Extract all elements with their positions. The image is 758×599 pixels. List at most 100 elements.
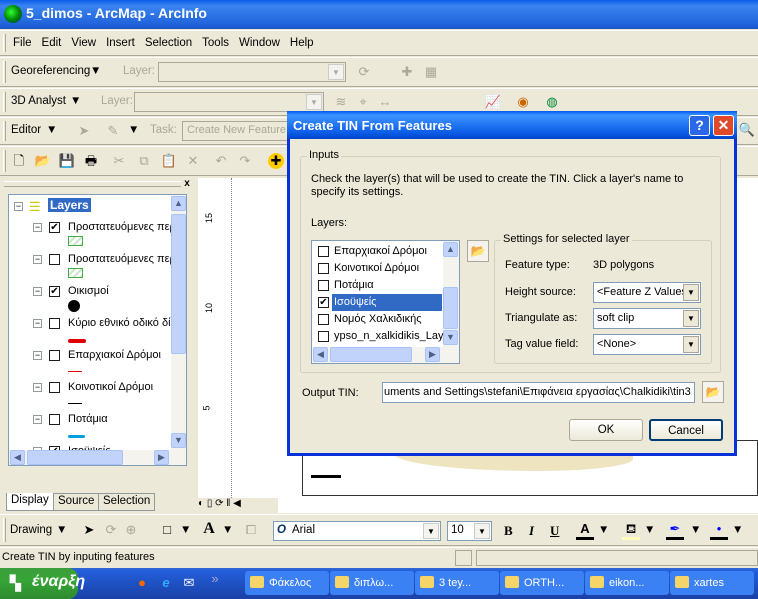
menu-view[interactable]: View [66,32,101,54]
delete-icon[interactable]: ✕ [184,153,202,169]
ok-button[interactable]: OK [569,419,643,441]
rectangle-icon[interactable]: □ [158,522,176,538]
scroll-down-button[interactable]: ▼ [171,433,186,448]
edit-vertices-icon[interactable]: ⧠ [242,522,260,538]
zoom-tool-icon[interactable]: 🔍 [738,122,756,138]
layer-name[interactable]: Κοινοτικοί Δρόμοι [332,260,442,277]
layer-name[interactable]: ypso_n_xalkidikis_Laye [332,328,450,345]
drawing-menu[interactable]: Drawing [10,524,52,536]
profile-graph-icon[interactable]: 📈 [484,94,502,110]
more-icon[interactable]: » [206,571,224,587]
layer-checkbox[interactable] [49,350,60,361]
layer-name[interactable]: Επαρχιακοί Δρόμοι [332,243,442,260]
tab-source[interactable]: Source [53,493,100,511]
layer-checkbox[interactable] [49,382,60,393]
dialog-layer-item[interactable]: ypso_n_xalkidikis_Laye [314,328,450,345]
task-select[interactable]: Create New Feature [182,121,292,141]
collapse-icon[interactable]: − [33,223,42,232]
underline-button[interactable]: U [550,523,559,539]
layer-name[interactable]: Ποτάμια [68,413,108,425]
taskbar-item[interactable]: 3 tey... [415,571,499,595]
taskbar-item[interactable]: xartes [670,571,754,595]
layer-checkbox[interactable]: ✔ [49,286,60,297]
chevron-down-icon[interactable]: ▼ [732,524,743,536]
dialog-layer-item[interactable]: Νομός Χαλκιδικής [314,311,442,328]
layer-name[interactable]: Οικισμοί [68,285,109,297]
tab-selection[interactable]: Selection [98,493,156,511]
analyst-layer-select[interactable]: ▼ [134,92,324,112]
menu-window[interactable]: Window [234,32,285,54]
view-buttons[interactable]: ◐ ▯ ⟳ ‖ ◀ [198,498,278,513]
rotate-icon[interactable]: ⟳ [355,64,373,80]
internet-explorer-icon[interactable]: e [157,575,175,591]
layer-list[interactable]: Επαρχιακοί Δρόμοι Κοινοτικοί Δρόμοι Ποτά… [311,240,460,364]
line-of-sight-icon[interactable]: ↔ [376,94,394,110]
collapse-icon[interactable]: − [14,202,23,211]
help-button[interactable]: ? [689,115,710,136]
scrollbar-thumb[interactable] [171,214,186,354]
layers-root[interactable]: Layers [48,198,91,212]
menu-insert[interactable]: Insert [101,32,140,54]
layer-checkbox[interactable]: ✔ [318,297,329,308]
taskbar-item[interactable]: ORTH... [500,571,584,595]
cut-icon[interactable]: ✂ [110,153,128,169]
layer-name[interactable]: Επαρχιακοί Δρόμοι [68,349,161,361]
sketch-pencil-icon[interactable]: ✎ [104,123,122,139]
collapse-icon[interactable]: − [33,255,42,264]
add-layer-folder-icon[interactable]: 📂 [467,240,489,262]
close-button[interactable]: ✕ [713,115,734,136]
start-button[interactable]: ▚ έναρξη [0,568,85,599]
chevron-down-icon[interactable]: ▼ [128,124,139,136]
layer-checkbox[interactable] [318,331,329,342]
layer-name[interactable]: Νομός Χαλκιδικής [332,311,442,328]
taskbar-item[interactable]: eikon... [585,571,669,595]
taskbar-item[interactable]: Φάκελος [245,571,329,595]
arcscene-icon[interactable]: ◉ [514,94,532,110]
arcglobe-icon[interactable]: ◍ [543,94,561,110]
rotate-icon[interactable]: ⟳ [102,522,120,538]
layer-name[interactable]: Κοινοτικοί Δρόμοι [68,381,153,393]
scrollbar-thumb[interactable] [443,287,458,329]
edit-tool-icon[interactable]: ➤ [75,123,93,139]
collapse-icon[interactable]: − [33,415,42,424]
font-size-select[interactable]: 10 ▼ [447,521,492,541]
layer-name[interactable]: Ισοϋψείς [332,294,442,311]
chevron-down-icon[interactable]: ▼ [644,524,655,536]
scroll-left-button[interactable]: ◀ [10,450,25,465]
output-tin-input[interactable]: uments and Settings\stefani\Επιφάνεια ερ… [382,382,695,403]
dialog-layer-item[interactable]: Ποτάμια [314,277,442,294]
layer-checkbox[interactable] [49,318,60,329]
layer-name[interactable]: Ποτάμια [332,277,442,294]
link-table-icon[interactable]: ▦ [422,64,440,80]
zoom-whole-page-icon[interactable]: ⊕ [122,522,140,538]
collapse-icon[interactable]: − [33,287,42,296]
layer-checkbox[interactable] [318,280,329,291]
chevron-down-icon[interactable]: ▼ [180,524,191,536]
marker-color-icon[interactable]: • [710,521,728,540]
scroll-down-button[interactable]: ▼ [443,330,458,345]
chevron-down-icon[interactable]: ▼ [70,95,81,107]
layer-checkbox[interactable] [49,254,60,265]
outlook-icon[interactable]: ✉ [180,575,198,591]
height-source-select[interactable]: <Feature Z Values> ▼ [593,282,701,303]
triangulate-select[interactable]: soft clip ▼ [593,308,701,329]
chevron-down-icon[interactable]: ▼ [598,524,609,536]
georef-layer-select[interactable]: ▼ [158,62,346,82]
firefox-icon[interactable]: ● [133,575,151,591]
chevron-down-icon[interactable]: ▼ [690,524,701,536]
layer-checkbox[interactable] [318,263,329,274]
add-data-icon[interactable]: ✚ [268,153,284,169]
chevron-down-icon[interactable]: ▼ [222,524,233,536]
scroll-up-button[interactable]: ▲ [443,242,458,257]
italic-button[interactable]: I [529,523,534,539]
scroll-up-button[interactable]: ▲ [171,196,186,211]
taskbar-item[interactable]: διπλω... [330,571,414,595]
print-icon[interactable]: 🖶 [82,153,100,169]
scroll-right-button[interactable]: ▶ [425,347,440,362]
open-folder-icon[interactable]: 📂 [34,153,52,169]
cancel-button[interactable]: Cancel [649,419,723,441]
font-color-icon[interactable]: A [576,521,594,540]
menu-tools[interactable]: Tools [197,32,234,54]
dialog-layer-item[interactable]: Κοινοτικοί Δρόμοι [314,260,442,277]
h-scrollbar-thumb[interactable] [27,450,123,465]
